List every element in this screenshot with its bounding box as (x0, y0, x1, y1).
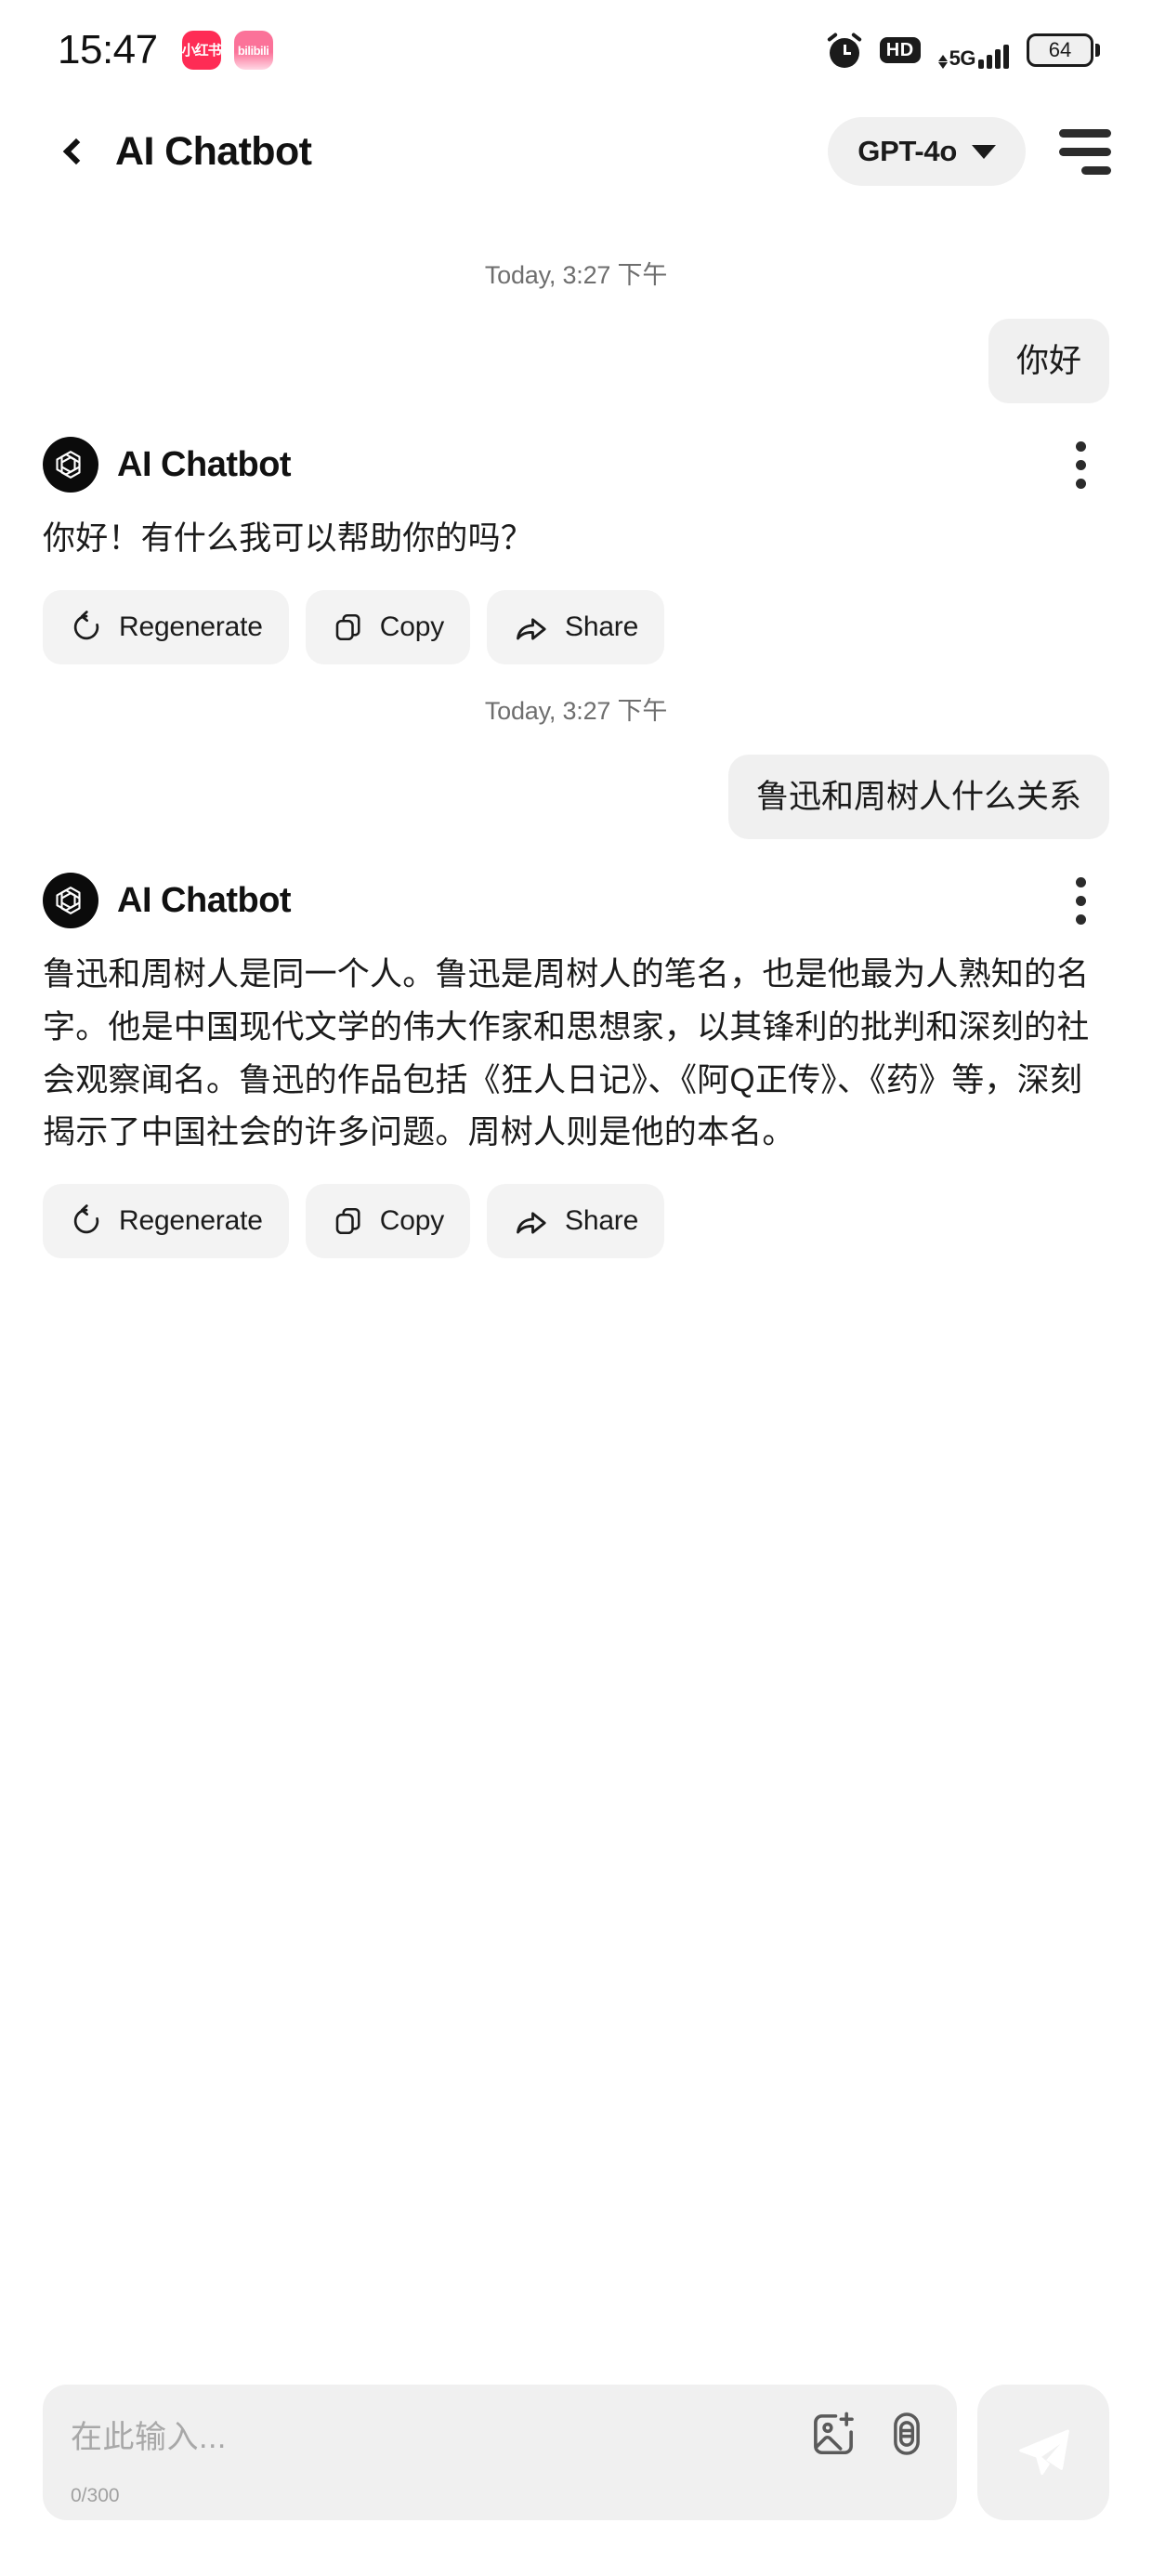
chevron-down-icon (972, 144, 996, 159)
xiaohongshu-label: 小红书 (181, 42, 221, 59)
chat-message-list: Today, 3:27 下午 你好 AI Chatbot 你好！有什么我可以帮助… (0, 203, 1152, 2385)
message-timestamp: Today, 3:27 下午 (484, 261, 668, 289)
add-image-icon[interactable] (808, 2409, 858, 2459)
signal-icon: 5G (937, 32, 1009, 70)
regenerate-label: Regenerate (119, 1204, 263, 1236)
app-screen: 15:47 小红书 bilibili HD 5G 64 AI Chatbot G… (0, 0, 1152, 2576)
user-message-bubble[interactable]: 鲁迅和周树人什么关系 (727, 754, 1109, 840)
message-options-button[interactable] (1055, 437, 1106, 493)
back-button[interactable] (45, 123, 102, 180)
copy-button[interactable]: Copy (305, 1183, 471, 1258)
share-icon (517, 1212, 546, 1234)
assistant-message-text: 你好！有什么我可以帮助你的吗？ (43, 520, 534, 558)
copy-button[interactable]: Copy (305, 589, 471, 664)
status-time: 15:47 (58, 27, 158, 72)
back-chevron-icon (62, 138, 90, 165)
regenerate-icon (73, 1204, 99, 1234)
share-label: Share (565, 611, 639, 642)
status-bar: 15:47 小红书 bilibili HD 5G 64 (0, 0, 1152, 100)
share-button[interactable]: Share (487, 589, 665, 664)
status-app-icons: 小红书 bilibili (181, 31, 273, 70)
network-type-label: 5G (949, 46, 976, 70)
bilibili-label: bilibili (237, 43, 269, 58)
copy-label: Copy (379, 611, 445, 642)
user-message-row: 鲁迅和周树人什么关系 (43, 754, 1109, 840)
alarm-clock-icon (826, 32, 862, 68)
message-actions: Regenerate Copy Share (43, 1183, 1109, 1258)
send-paper-plane-icon (1019, 2429, 1069, 2476)
message-timestamp: Today, 3:27 下午 (484, 696, 668, 725)
hamburger-menu-icon[interactable] (1057, 125, 1115, 177)
share-icon (517, 618, 546, 640)
character-counter: 0/300 (71, 2485, 120, 2506)
message-options-button[interactable] (1055, 873, 1106, 928)
user-message-bubble[interactable]: 你好 (988, 319, 1109, 404)
share-label: Share (565, 1204, 639, 1236)
header-actions: GPT-4o (828, 117, 1115, 186)
user-message-row: 你好 (43, 319, 1109, 404)
regenerate-button[interactable]: Regenerate (43, 589, 289, 664)
status-indicators: HD 5G 64 (826, 32, 1100, 70)
xiaohongshu-icon: 小红书 (181, 31, 221, 70)
message-actions: Regenerate Copy Share (43, 589, 1109, 664)
send-button[interactable] (977, 2385, 1109, 2520)
regenerate-icon (73, 611, 99, 640)
signal-bars-icon (978, 45, 1009, 69)
assistant-message-text: 鲁迅和周树人是同一个人。鲁迅是周树人的笔名，也是他最为人熟知的名字。他是中国现代… (43, 956, 1090, 1151)
copy-icon (335, 613, 360, 640)
avatar (43, 437, 98, 493)
copy-label: Copy (379, 1204, 445, 1236)
assistant-message: AI Chatbot 你好！有什么我可以帮助你的吗？ Regenerate Co… (43, 437, 1109, 664)
assistant-header: AI Chatbot (43, 873, 1109, 929)
regenerate-button[interactable]: Regenerate (43, 1183, 289, 1258)
copy-icon (335, 1207, 360, 1234)
app-header: AI Chatbot GPT-4o (0, 100, 1152, 203)
composer-input-area[interactable]: 在此输入... 0/300 (43, 2385, 957, 2520)
message-composer: 在此输入... 0/300 (0, 2385, 1152, 2576)
regenerate-label: Regenerate (119, 611, 263, 642)
battery-level: 64 (1048, 38, 1072, 61)
page-title: AI Chatbot (115, 128, 312, 174)
assistant-message: AI Chatbot 鲁迅和周树人是同一个人。鲁迅是周树人的笔名，也是他最为人熟… (43, 873, 1109, 1258)
hd-icon: HD (879, 37, 921, 63)
avatar (43, 873, 98, 929)
message-input-placeholder[interactable]: 在此输入... (71, 2412, 227, 2457)
composer-icons (808, 2409, 931, 2459)
assistant-name: AI Chatbot (117, 444, 292, 484)
model-selector-label: GPT-4o (857, 135, 957, 167)
microphone-icon[interactable] (883, 2410, 931, 2458)
share-button[interactable]: Share (487, 1183, 665, 1258)
assistant-header: AI Chatbot (43, 437, 1109, 493)
battery-icon: 64 (1027, 33, 1100, 67)
assistant-name: AI Chatbot (117, 880, 292, 920)
bilibili-icon: bilibili (233, 31, 273, 70)
model-selector[interactable]: GPT-4o (828, 117, 1026, 186)
